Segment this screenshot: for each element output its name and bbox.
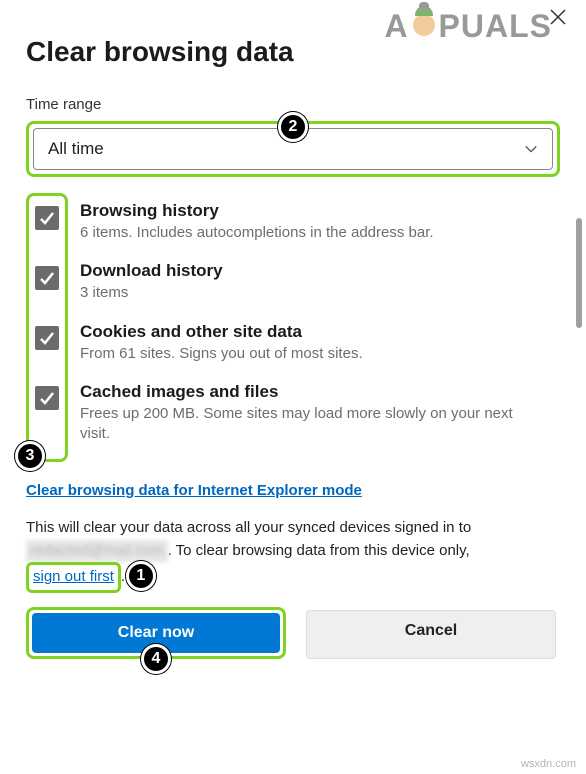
- scrollbar-thumb[interactable]: [576, 218, 582, 328]
- annotation-badge-2: 2: [278, 112, 308, 142]
- checkbox-cookies[interactable]: [35, 326, 59, 350]
- cancel-button[interactable]: Cancel: [306, 610, 556, 659]
- close-icon[interactable]: [550, 8, 566, 31]
- item-title: Cookies and other site data: [80, 322, 540, 342]
- source-caption: wsxdn.com: [521, 758, 576, 770]
- annotation-highlight-1: 1sign out first: [26, 562, 121, 593]
- data-types-list: Browsing history 6 items. Includes autoc…: [80, 193, 560, 462]
- item-title: Browsing history: [80, 201, 540, 221]
- item-title: Download history: [80, 261, 540, 281]
- redacted-email: redacted@mail.com: [26, 540, 168, 563]
- item-desc: From 61 sites. Signs you out of most sit…: [80, 344, 540, 364]
- list-item: Cookies and other site data From 61 site…: [80, 322, 540, 364]
- checkbox-browsing-history[interactable]: [35, 206, 59, 230]
- annotation-highlight-4: 4 Clear now: [26, 607, 286, 659]
- clear-browsing-data-dialog: A PUALS Clear browsing data Time range 2…: [0, 0, 586, 659]
- item-desc: Frees up 200 MB. Some sites may load mor…: [80, 404, 540, 445]
- time-range-label: Time range: [26, 96, 560, 113]
- checkbox-download-history[interactable]: [35, 266, 59, 290]
- sync-description: This will clear your data across all you…: [26, 517, 560, 593]
- appuals-head-icon: [413, 14, 435, 36]
- time-range-value: All time: [48, 139, 104, 159]
- dialog-title: Clear browsing data: [26, 36, 560, 68]
- chevron-down-icon: [524, 142, 538, 156]
- item-desc: 3 items: [80, 283, 540, 303]
- annotation-highlight-3: 3: [26, 193, 68, 462]
- annotation-badge-4: 4: [141, 644, 171, 674]
- sign-out-link[interactable]: sign out first: [33, 568, 114, 585]
- annotation-badge-3: 3: [15, 441, 45, 471]
- checkbox-cached[interactable]: [35, 386, 59, 410]
- list-item: Cached images and files Frees up 200 MB.…: [80, 382, 540, 445]
- item-desc: 6 items. Includes autocompletions in the…: [80, 223, 540, 243]
- list-item: Browsing history 6 items. Includes autoc…: [80, 201, 540, 243]
- item-title: Cached images and files: [80, 382, 540, 402]
- annotation-badge-1: 1: [126, 561, 156, 591]
- ie-mode-link[interactable]: Clear browsing data for Internet Explore…: [26, 482, 362, 499]
- list-item: Download history 3 items: [80, 261, 540, 303]
- annotation-highlight-2: 2 All time: [26, 121, 560, 177]
